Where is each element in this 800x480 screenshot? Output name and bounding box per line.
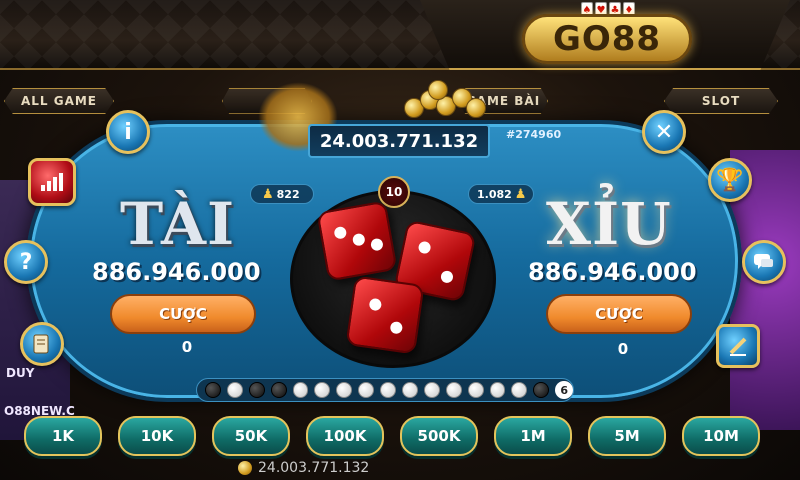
- gold-coins: [396, 80, 496, 122]
- session-id: #274960: [506, 128, 562, 141]
- result-history: 6: [196, 378, 574, 402]
- footer-balance: 24.003.771.132: [238, 458, 438, 478]
- history-dot: [489, 382, 506, 398]
- chip-500k[interactable]: 500K: [400, 416, 478, 456]
- history-dot: [205, 382, 221, 398]
- chart-glyph: [41, 173, 63, 191]
- chip-10k[interactable]: 10K: [118, 416, 196, 456]
- pencil-icon[interactable]: [716, 324, 760, 368]
- chip-1k[interactable]: 1K: [24, 416, 102, 456]
- tai-bet-button[interactable]: CƯỢC: [110, 294, 256, 334]
- tai-players-value: 822: [276, 187, 300, 201]
- chip-50k[interactable]: 50K: [212, 416, 290, 456]
- xiu-title: XỈU: [546, 190, 672, 258]
- person-icon: ♟: [262, 186, 274, 202]
- close-icon[interactable]: ✕: [642, 110, 686, 154]
- chip-100k[interactable]: 100K: [306, 416, 384, 456]
- question-icon[interactable]: ?: [4, 240, 48, 284]
- history-dot: [533, 382, 550, 398]
- trophy-icon[interactable]: 🏆: [708, 158, 752, 202]
- xiu-bet-button[interactable]: CƯỢC: [546, 294, 692, 334]
- tab-slot[interactable]: SLOT: [664, 88, 778, 114]
- history-dot: [423, 382, 440, 398]
- history-count: 6: [555, 381, 574, 399]
- xiu-players-value: 1.082: [477, 187, 512, 201]
- footer-balance-value: 24.003.771.132: [258, 460, 370, 476]
- chat-glyph: [754, 254, 773, 269]
- coin-icon: [238, 461, 252, 475]
- chat-icon[interactable]: [742, 240, 786, 284]
- tai-bet-value: 0: [181, 338, 193, 356]
- history-dot: [226, 382, 243, 398]
- tai-title: TÀI: [120, 190, 236, 258]
- info-icon[interactable]: i: [106, 110, 150, 154]
- xiu-pot: 886.946.000: [528, 258, 697, 286]
- chart-icon[interactable]: [28, 158, 76, 206]
- history-dot: [292, 382, 309, 398]
- die-1: [316, 200, 398, 282]
- history-dot: [248, 382, 265, 398]
- pencil-glyph: [729, 337, 747, 356]
- xiu-bet-value: 0: [617, 340, 629, 358]
- jackpot-balance: 24.003.771.132: [308, 124, 490, 158]
- history-dot: [314, 382, 331, 398]
- history-dot: [270, 382, 287, 398]
- scroll-icon[interactable]: [20, 322, 64, 366]
- history-dot: [380, 382, 397, 398]
- tab-all-game[interactable]: ALL GAME: [4, 88, 114, 114]
- scroll-glyph: [33, 334, 49, 354]
- die-3: [345, 275, 425, 355]
- chip-5m[interactable]: 5M: [588, 416, 666, 456]
- chip-10m[interactable]: 10M: [682, 416, 760, 456]
- history-dot: [402, 382, 418, 398]
- history-dot: [467, 382, 484, 398]
- history-dot: [336, 382, 353, 398]
- chip-1m[interactable]: 1M: [494, 416, 572, 456]
- history-dot: [511, 382, 528, 398]
- tai-pot: 886.946.000: [92, 258, 261, 286]
- person-icon: ♟: [514, 186, 527, 202]
- history-dot: [445, 382, 462, 398]
- xiu-player-count: 1.082 ♟: [468, 184, 534, 204]
- history-dot: [358, 382, 375, 398]
- background-text: DUY: [6, 366, 35, 380]
- countdown-timer: 10: [378, 176, 410, 208]
- go88-logo: GO88: [522, 14, 692, 64]
- tai-player-count: ♟ 822: [250, 184, 314, 204]
